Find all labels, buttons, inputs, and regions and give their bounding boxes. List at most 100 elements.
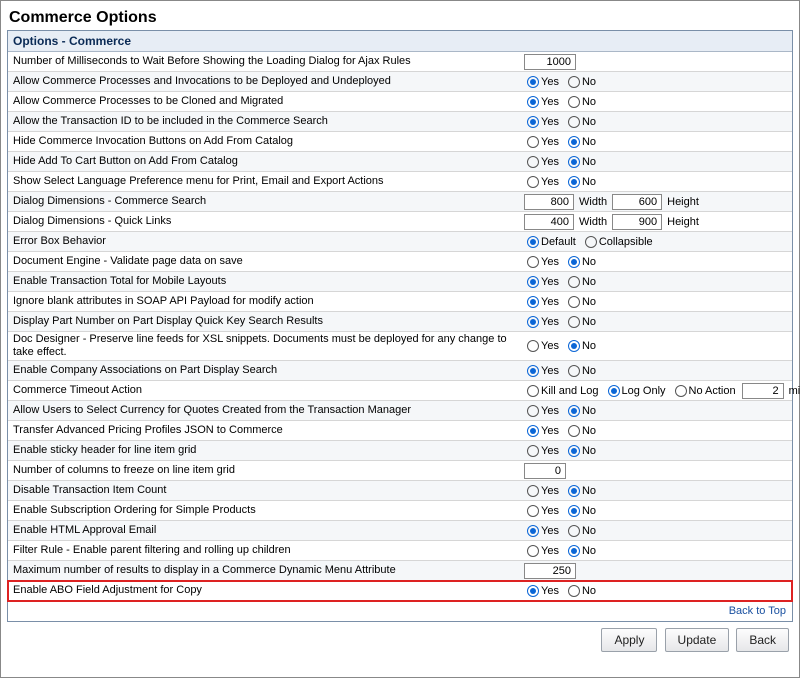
yes-radio[interactable] <box>527 136 539 148</box>
yes-radio[interactable] <box>527 505 539 517</box>
no-radio[interactable] <box>568 96 580 108</box>
no-radio-label: No <box>582 365 596 377</box>
yes-radio[interactable] <box>527 445 539 457</box>
option-row: Error Box BehaviorDefaultCollapsible <box>8 232 792 252</box>
no-radio[interactable] <box>568 545 580 557</box>
yes-radio[interactable] <box>527 176 539 188</box>
height-input[interactable] <box>612 214 662 230</box>
default-radio[interactable] <box>527 236 539 248</box>
option-controls: YesNo <box>524 505 787 517</box>
yes-radio[interactable] <box>527 405 539 417</box>
yes-radio-label: Yes <box>541 585 559 597</box>
option-label: Dialog Dimensions - Commerce Search <box>13 195 524 208</box>
option-row: Allow Commerce Processes to be Cloned an… <box>8 92 792 112</box>
kill-and-log-radio-label: Kill and Log <box>541 385 599 397</box>
no-radio[interactable] <box>568 116 580 128</box>
no-radio[interactable] <box>568 136 580 148</box>
no-radio-label: No <box>582 156 596 168</box>
no-radio-label: No <box>582 136 596 148</box>
yes-radio[interactable] <box>527 316 539 328</box>
no-action-radio[interactable] <box>675 385 687 397</box>
minutes-input[interactable] <box>742 383 784 399</box>
width-label: Width <box>579 196 607 208</box>
no-radio[interactable] <box>568 256 580 268</box>
width-input[interactable] <box>524 214 574 230</box>
option-controls: YesNo <box>524 276 787 288</box>
yes-radio[interactable] <box>527 296 539 308</box>
yes-radio-label: Yes <box>541 176 559 188</box>
no-radio[interactable] <box>568 425 580 437</box>
option-controls <box>524 54 787 70</box>
yes-radio[interactable] <box>527 365 539 377</box>
no-radio[interactable] <box>568 585 580 597</box>
option-label: Allow Commerce Processes and Invocations… <box>13 75 524 88</box>
yes-radio-label: Yes <box>541 256 559 268</box>
number-input[interactable] <box>524 563 576 579</box>
no-radio[interactable] <box>568 156 580 168</box>
width-input[interactable] <box>524 194 574 210</box>
log-only-radio-label: Log Only <box>622 385 666 397</box>
no-radio[interactable] <box>568 405 580 417</box>
option-row: Allow Commerce Processes and Invocations… <box>8 72 792 92</box>
height-input[interactable] <box>612 194 662 210</box>
option-controls: YesNo <box>524 96 787 108</box>
yes-radio-label: Yes <box>541 340 559 352</box>
option-controls: Yes No <box>524 256 787 268</box>
minutes-label: minutes <box>789 385 800 397</box>
no-radio[interactable] <box>568 365 580 377</box>
no-radio[interactable] <box>568 505 580 517</box>
yes-radio[interactable] <box>527 116 539 128</box>
options-panel: Options - Commerce Number of Millisecond… <box>7 30 793 622</box>
option-row: Enable Transaction Total for Mobile Layo… <box>8 272 792 292</box>
no-radio[interactable] <box>568 296 580 308</box>
option-row: Dialog Dimensions - Commerce Search Width… <box>8 192 792 212</box>
option-row: Enable HTML Approval EmailYesNo <box>8 521 792 541</box>
update-button[interactable]: Update <box>665 628 730 652</box>
yes-radio[interactable] <box>527 340 539 352</box>
width-label: Width <box>579 216 607 228</box>
option-controls <box>524 563 787 579</box>
no-radio[interactable] <box>568 176 580 188</box>
yes-radio[interactable] <box>527 425 539 437</box>
option-label: Show Select Language Preference menu for… <box>13 175 524 188</box>
yes-radio[interactable] <box>527 525 539 537</box>
option-row: Allow the Transaction ID to be included … <box>8 112 792 132</box>
yes-radio-label: Yes <box>541 365 559 377</box>
collapsible-radio[interactable] <box>585 236 597 248</box>
yes-radio[interactable] <box>527 76 539 88</box>
yes-radio[interactable] <box>527 276 539 288</box>
no-radio[interactable] <box>568 76 580 88</box>
number-input[interactable] <box>524 463 566 479</box>
kill-and-log-radio[interactable] <box>527 385 539 397</box>
back-to-top-link[interactable]: Back to Top <box>729 605 786 617</box>
back-button[interactable]: Back <box>736 628 789 652</box>
yes-radio[interactable] <box>527 545 539 557</box>
yes-radio[interactable] <box>527 256 539 268</box>
no-radio[interactable] <box>568 525 580 537</box>
option-controls: YesNo <box>524 445 787 457</box>
no-radio[interactable] <box>568 340 580 352</box>
no-radio[interactable] <box>568 316 580 328</box>
page-title: Commerce Options <box>7 7 793 30</box>
option-row: Enable Company Associations on Part Disp… <box>8 361 792 381</box>
no-radio-label: No <box>582 485 596 497</box>
option-label: Hide Add To Cart Button on Add From Cata… <box>13 155 524 168</box>
option-label: Number of columns to freeze on line item… <box>13 464 524 477</box>
option-row: Allow Users to Select Currency for Quote… <box>8 401 792 421</box>
yes-radio[interactable] <box>527 156 539 168</box>
yes-radio[interactable] <box>527 585 539 597</box>
number-input[interactable] <box>524 54 576 70</box>
option-label: Enable Subscription Ordering for Simple … <box>13 504 524 517</box>
no-radio-label: No <box>582 256 596 268</box>
option-row: Enable sticky header for line item gridY… <box>8 441 792 461</box>
no-radio[interactable] <box>568 485 580 497</box>
option-label: Error Box Behavior <box>13 235 524 248</box>
no-radio[interactable] <box>568 445 580 457</box>
no-radio[interactable] <box>568 276 580 288</box>
no-action-radio-label: No Action <box>689 385 736 397</box>
log-only-radio[interactable] <box>608 385 620 397</box>
height-label: Height <box>667 216 699 228</box>
apply-button[interactable]: Apply <box>601 628 657 652</box>
yes-radio[interactable] <box>527 96 539 108</box>
yes-radio[interactable] <box>527 485 539 497</box>
